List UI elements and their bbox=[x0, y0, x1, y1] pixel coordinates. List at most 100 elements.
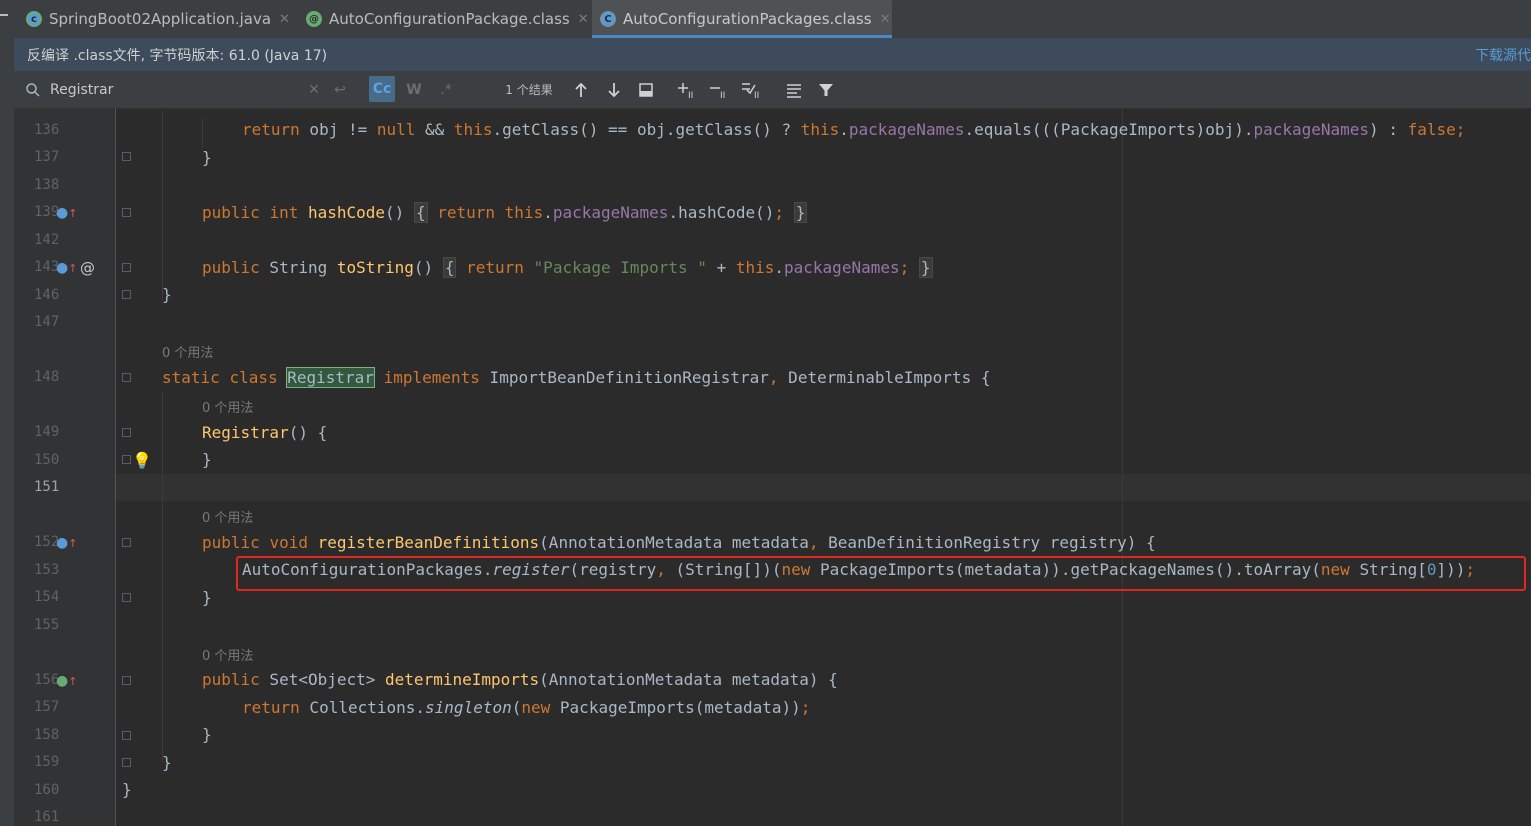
line-number: 149 bbox=[34, 424, 60, 440]
code-line-143: public String toString() { return "Packa… bbox=[202, 257, 933, 278]
line-number: 142 bbox=[34, 232, 60, 248]
fold-marker-icon[interactable] bbox=[122, 731, 131, 740]
svg-text:II: II bbox=[688, 91, 693, 99]
implement-method-icon[interactable]: ●↑ bbox=[56, 536, 77, 551]
code-line-159: } bbox=[162, 753, 172, 772]
code-line-152: public void registerBeanDefinitions(Anno… bbox=[202, 533, 1156, 552]
match-case-toggle[interactable]: Cc bbox=[369, 76, 395, 102]
editor-tab-bar: c SpringBoot02Application.java ✕ @ AutoC… bbox=[0, 0, 1531, 39]
regex-toggle[interactable]: .* bbox=[435, 71, 457, 108]
code-line-157: return Collections.singleton(new Package… bbox=[242, 698, 811, 717]
lightbulb-icon[interactable]: 💡 bbox=[132, 453, 152, 469]
banner-text: 反编译 .class文件, 字节码版本: 61.0 (Java 17) bbox=[27, 47, 328, 64]
replace-toggle-icon[interactable]: ↩ bbox=[329, 71, 351, 108]
tab-label: SpringBoot02Application.java bbox=[49, 10, 272, 28]
tab-autoconfigurationpackages[interactable]: C AutoConfigurationPackages.class ✕ bbox=[592, 0, 892, 38]
usage-hint[interactable]: 0 个用法 bbox=[202, 645, 253, 664]
close-icon[interactable]: ✕ bbox=[880, 12, 891, 27]
code-line-137: } bbox=[202, 148, 212, 167]
code-line-149: Registrar() { bbox=[202, 423, 328, 442]
filter-icon[interactable] bbox=[815, 71, 837, 108]
tab-springboot02application[interactable]: c SpringBoot02Application.java ✕ bbox=[26, 0, 290, 38]
spring-class-icon: c bbox=[26, 11, 42, 27]
whole-words-toggle[interactable]: W bbox=[403, 71, 425, 108]
current-line-highlight bbox=[116, 474, 1531, 501]
line-number: 148 bbox=[34, 369, 60, 385]
previous-occurrence-icon[interactable] bbox=[570, 71, 592, 108]
fold-marker-icon[interactable] bbox=[122, 455, 131, 464]
code-line-154: } bbox=[202, 588, 212, 607]
line-number: 158 bbox=[34, 727, 60, 743]
fold-marker-icon[interactable] bbox=[122, 758, 131, 767]
code-line-158: } bbox=[202, 725, 212, 744]
annotation-icon: @ bbox=[306, 11, 322, 27]
search-icon[interactable] bbox=[22, 71, 44, 108]
implement-method-icon[interactable]: ●↑ bbox=[56, 674, 77, 689]
code-line-139: public int hashCode() { return this.pack… bbox=[202, 202, 808, 223]
fold-marker-icon[interactable] bbox=[122, 263, 131, 272]
code-line-150: } bbox=[202, 450, 212, 469]
indent-guide bbox=[162, 110, 163, 300]
left-tool-strip bbox=[0, 38, 14, 826]
line-number: 161 bbox=[34, 809, 60, 825]
line-number: 160 bbox=[34, 782, 60, 798]
tab-label: AutoConfigurationPackages.class bbox=[623, 10, 872, 28]
clear-icon[interactable]: ✕ bbox=[304, 71, 324, 108]
line-number-gutter: 136 137 138 139 142 143 146 147 148 149 … bbox=[14, 108, 152, 826]
search-match-highlight: Registrar bbox=[286, 367, 375, 388]
add-occurrence-icon[interactable]: II bbox=[676, 71, 698, 108]
close-icon[interactable]: ✕ bbox=[279, 12, 290, 27]
fold-marker-icon[interactable] bbox=[122, 152, 131, 161]
fold-marker-icon[interactable] bbox=[122, 208, 131, 217]
line-number: 138 bbox=[34, 177, 60, 193]
line-number: 153 bbox=[34, 562, 60, 578]
annotation-red-box bbox=[236, 556, 1526, 591]
override-method-icon[interactable]: ●↑ bbox=[56, 261, 77, 276]
fold-marker-icon[interactable] bbox=[122, 676, 131, 685]
line-number: 151 bbox=[34, 479, 60, 495]
class-icon: C bbox=[600, 11, 616, 27]
select-all-matches-icon[interactable]: II bbox=[740, 71, 764, 108]
select-all-occurrences-icon[interactable] bbox=[635, 71, 657, 108]
usage-hint[interactable]: 0 个用法 bbox=[202, 507, 253, 526]
decompiled-banner: 反编译 .class文件, 字节码版本: 61.0 (Java 17) 下载源代 bbox=[14, 38, 1531, 71]
code-line-146: } bbox=[162, 285, 172, 304]
find-bar: Registrar ✕ ↩ Cc W .* 1 个结果 II II II bbox=[14, 71, 1531, 109]
fold-marker-icon[interactable] bbox=[122, 428, 131, 437]
line-number: 159 bbox=[34, 754, 60, 770]
override-method-icon[interactable]: ●↑ bbox=[56, 206, 77, 221]
close-icon[interactable]: ✕ bbox=[578, 12, 589, 27]
search-query: Registrar bbox=[50, 81, 114, 98]
line-number: 147 bbox=[34, 314, 60, 330]
minimize-icon[interactable] bbox=[0, 14, 8, 16]
line-number: 155 bbox=[34, 617, 60, 633]
line-number: 146 bbox=[34, 287, 60, 303]
line-number: 137 bbox=[34, 149, 60, 165]
search-input[interactable]: Registrar bbox=[50, 71, 310, 108]
right-margin-guide bbox=[1122, 108, 1123, 826]
remove-occurrence-icon[interactable]: II bbox=[708, 71, 730, 108]
fold-marker-icon[interactable] bbox=[122, 538, 131, 547]
tab-label: AutoConfigurationPackage.class bbox=[329, 10, 570, 28]
indent-guide bbox=[162, 392, 163, 762]
next-occurrence-icon[interactable] bbox=[603, 71, 625, 108]
line-number: 136 bbox=[34, 122, 60, 138]
line-number: 150 bbox=[34, 452, 60, 468]
tab-autoconfigurationpackage[interactable]: @ AutoConfigurationPackage.class ✕ bbox=[306, 0, 589, 38]
line-number: 157 bbox=[34, 699, 60, 715]
svg-text:II: II bbox=[754, 91, 759, 99]
code-line-136: return obj != null && this.getClass() ==… bbox=[242, 120, 1466, 139]
indent-guide bbox=[202, 118, 203, 148]
usage-hint[interactable]: 0 个用法 bbox=[162, 342, 213, 361]
download-sources-link[interactable]: 下载源代 bbox=[1475, 45, 1531, 65]
fold-marker-icon[interactable] bbox=[122, 593, 131, 602]
fold-marker-icon[interactable] bbox=[122, 290, 131, 299]
code-line-160: } bbox=[122, 780, 132, 799]
code-line-156: public Set<Object> determineImports(Anno… bbox=[202, 670, 838, 689]
svg-text:II: II bbox=[720, 91, 725, 99]
fold-marker-icon[interactable] bbox=[122, 373, 131, 382]
usage-hint[interactable]: 0 个用法 bbox=[202, 397, 253, 416]
filter-options-icon[interactable] bbox=[783, 71, 805, 108]
results-count: 1 个结果 bbox=[505, 83, 553, 97]
annotation-marker-icon[interactable]: @ bbox=[80, 261, 95, 276]
